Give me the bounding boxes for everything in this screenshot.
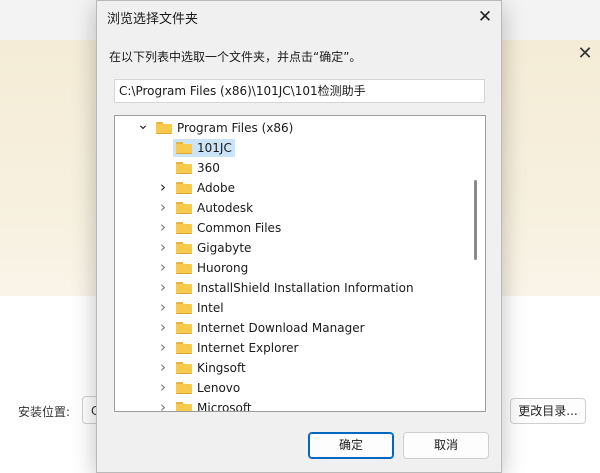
folder-icon <box>176 262 192 274</box>
chevron-right-icon[interactable]: › <box>157 218 169 238</box>
chevron-right-icon[interactable]: › <box>157 398 169 411</box>
chevron-right-icon[interactable]: › <box>157 238 169 258</box>
chevron-right-icon[interactable]: › <box>157 258 169 278</box>
folder-icon <box>176 342 192 354</box>
folder-icon <box>176 142 192 154</box>
tree-item-label: Kingsoft <box>197 361 246 375</box>
tree-item[interactable]: › Huorong <box>115 258 465 278</box>
tree-item[interactable]: › Lenovo <box>115 378 465 398</box>
tree-item-label: Adobe <box>197 181 235 195</box>
folder-tree[interactable]: ⌄ Program Files (x86) 101JC 360 › Adobe › Autod… <box>114 115 486 412</box>
tree-item-label: Program Files (x86) <box>177 121 294 135</box>
tree-item-label: Huorong <box>197 261 249 275</box>
folder-path-field[interactable]: C:\Program Files (x86)\101JC\101检测助手 <box>114 79 485 103</box>
install-location-label: 安装位置: <box>18 405 71 419</box>
tree-item[interactable]: › Adobe <box>115 178 465 198</box>
cancel-button[interactable]: 取消 <box>403 432 489 459</box>
browse-folder-dialog: 浏览选择文件夹 ✕ 在以下列表中选取一个文件夹，并点击“确定”。 C:\Prog… <box>96 0 502 473</box>
tree-item[interactable]: › Internet Explorer <box>115 338 465 358</box>
chevron-right-icon[interactable]: › <box>157 378 169 398</box>
tree-item[interactable]: › Autodesk <box>115 198 465 218</box>
tree-item-label: Internet Download Manager <box>197 321 365 335</box>
dialog-prompt: 在以下列表中选取一个文件夹，并点击“确定”。 <box>109 50 362 64</box>
tree-item-label: Autodesk <box>197 201 254 215</box>
tree-item[interactable]: 360 <box>115 158 465 178</box>
chevron-right-icon[interactable]: › <box>157 298 169 318</box>
folder-icon <box>156 122 172 134</box>
folder-icon <box>176 202 192 214</box>
tree-item-label: Lenovo <box>197 381 241 395</box>
dialog-titlebar: 浏览选择文件夹 ✕ <box>97 1 501 33</box>
tree-item[interactable]: ⌄ Program Files (x86) <box>115 118 465 138</box>
tree-item[interactable]: › Common Files <box>115 218 465 238</box>
folder-icon <box>176 282 192 294</box>
tree-item-label: 360 <box>197 161 220 175</box>
change-directory-button[interactable]: 更改目录... <box>510 398 586 424</box>
folder-icon <box>176 322 192 334</box>
tree-item[interactable]: › InstallShield Installation Information <box>115 278 465 298</box>
close-icon[interactable]: ✕ <box>473 5 497 29</box>
installer-close-icon[interactable]: ✕ <box>574 43 596 65</box>
tree-item[interactable]: › Intel <box>115 298 465 318</box>
tree-item[interactable]: 101JC <box>115 138 465 158</box>
tree-item-label: Common Files <box>197 221 282 235</box>
folder-icon <box>176 242 192 254</box>
chevron-right-icon[interactable]: › <box>157 318 169 338</box>
tree-item[interactable]: › Kingsoft <box>115 358 465 378</box>
folder-icon <box>176 362 192 374</box>
chevron-down-icon[interactable]: ⌄ <box>137 118 149 138</box>
ok-button[interactable]: 确定 <box>308 432 394 459</box>
folder-icon <box>176 302 192 314</box>
tree-scrollbar[interactable] <box>474 180 477 260</box>
chevron-right-icon[interactable]: › <box>157 358 169 378</box>
tree-item-label: Gigabyte <box>197 241 252 255</box>
chevron-right-icon[interactable]: › <box>157 178 169 198</box>
chevron-right-icon[interactable]: › <box>157 198 169 218</box>
dialog-title: 浏览选择文件夹 <box>107 12 199 27</box>
folder-icon <box>176 402 192 411</box>
folder-icon <box>176 162 192 174</box>
tree-item[interactable]: › Internet Download Manager <box>115 318 465 338</box>
tree-item[interactable]: › Gigabyte <box>115 238 465 258</box>
tree-item-label: InstallShield Installation Information <box>197 281 414 295</box>
chevron-right-icon[interactable]: › <box>157 278 169 298</box>
chevron-right-icon[interactable]: › <box>157 338 169 358</box>
tree-item-label: Microsoft <box>197 401 252 412</box>
folder-icon <box>176 222 192 234</box>
tree-item-label: Internet Explorer <box>197 341 299 355</box>
folder-icon <box>176 382 192 394</box>
tree-item-label: 101JC <box>197 141 232 155</box>
folder-icon <box>176 182 192 194</box>
tree-item[interactable]: › Microsoft <box>115 398 465 412</box>
tree-item-label: Intel <box>197 301 224 315</box>
